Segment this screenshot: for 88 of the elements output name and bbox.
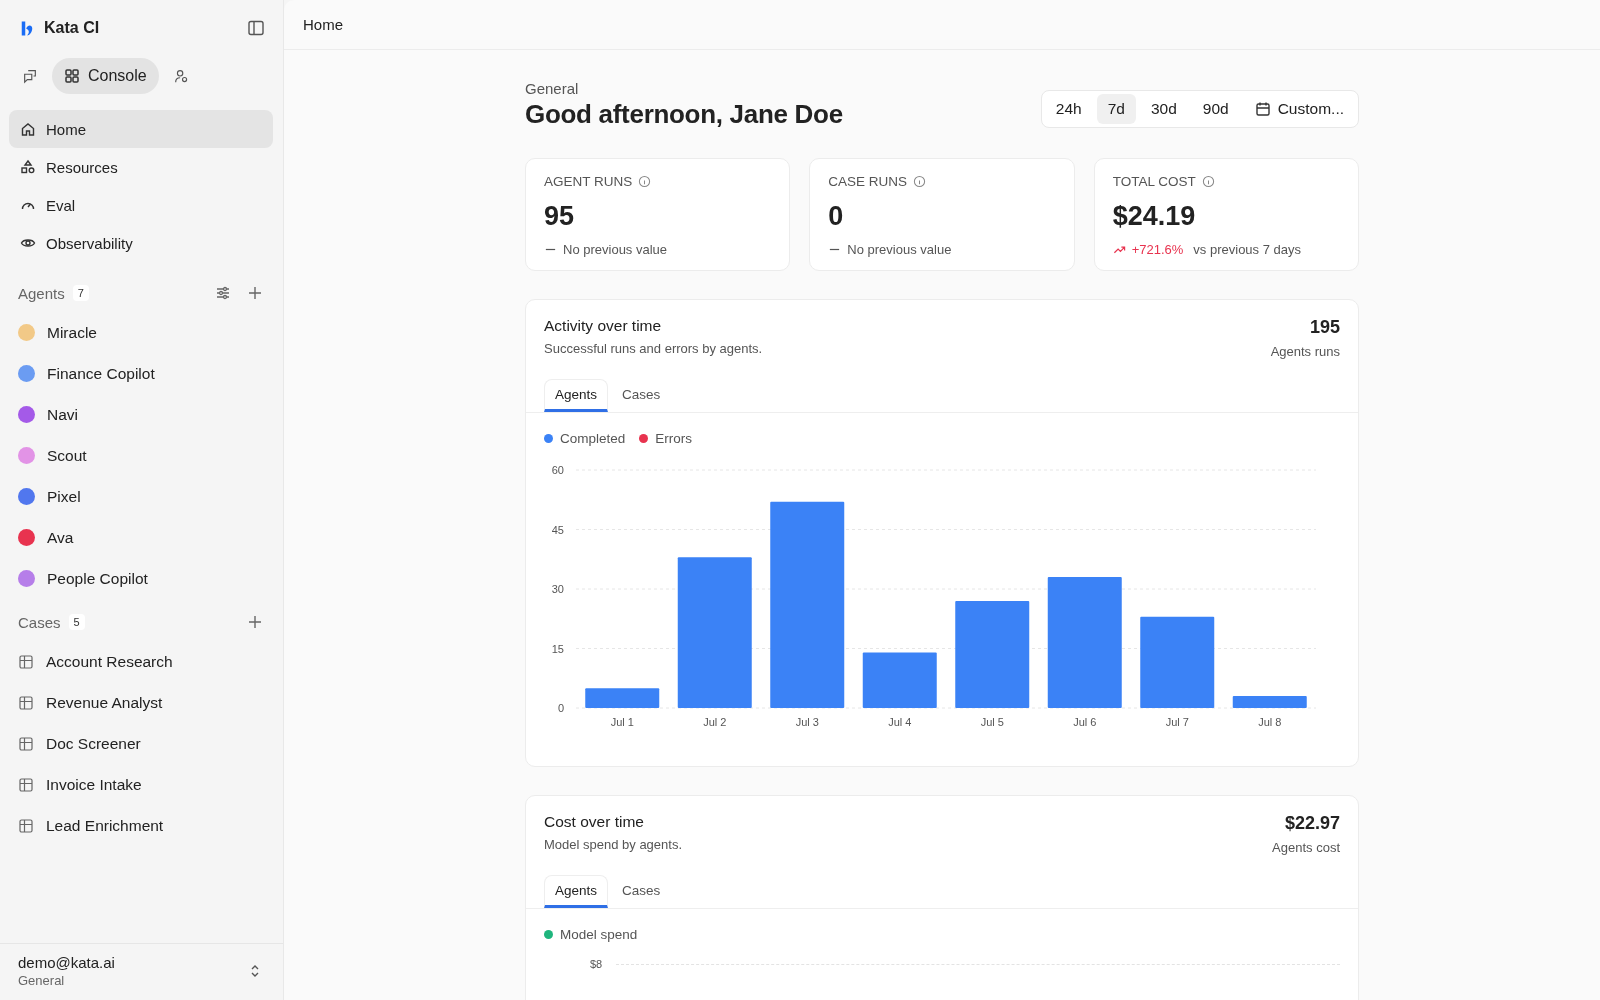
grid-icon <box>64 68 80 84</box>
range-option[interactable]: 7d <box>1096 94 1136 124</box>
page-title: Home <box>303 16 343 33</box>
table-icon <box>18 776 34 793</box>
x-tick: Jul 8 <box>1258 716 1282 728</box>
metric-label: TOTAL COST <box>1112 174 1196 189</box>
x-tick: Jul 1 <box>610 716 634 728</box>
total-value: $22.97 <box>1284 813 1340 834</box>
legend-item: Model spend <box>544 927 638 942</box>
nav-item[interactable]: Resources <box>9 148 273 186</box>
total-label: Agents cost <box>1272 840 1340 855</box>
workspace-name: General <box>18 973 66 988</box>
eyebrow-label: General <box>525 80 580 97</box>
shapes-icon <box>20 159 36 175</box>
agent-item[interactable]: Ava <box>18 517 283 558</box>
agent-item[interactable]: People Copilot <box>18 558 283 599</box>
case-item[interactable]: Revenue Analyst <box>18 682 283 723</box>
table-icon <box>18 817 34 834</box>
total-label: Agents runs <box>1270 344 1340 359</box>
x-tick: Jul 5 <box>980 716 1004 728</box>
metric-note: vs previous 7 days <box>1193 242 1301 257</box>
agent-item[interactable]: Scout <box>18 435 283 476</box>
metric-value: 0 <box>828 201 845 232</box>
brand-name: Kata CI <box>44 19 101 37</box>
agent-item[interactable]: Miracle <box>18 312 283 353</box>
table-icon <box>18 694 34 711</box>
agent-item[interactable]: Finance Copilot <box>18 353 283 394</box>
greeting: Good afternoon, Jane Doe <box>525 99 843 130</box>
section-title: Agents <box>18 284 65 302</box>
tab[interactable]: Cases <box>612 875 671 908</box>
tab[interactable]: Agents <box>544 379 609 412</box>
count-badge: 5 <box>68 614 85 630</box>
console-tab[interactable]: Console <box>52 58 159 94</box>
filter-icon[interactable] <box>215 285 231 301</box>
x-tick: Jul 7 <box>1165 716 1189 728</box>
add-icon[interactable] <box>247 285 263 301</box>
card-subtitle: Successful runs and errors by agents. <box>544 341 763 356</box>
account-email: demo@kata.ai <box>18 954 116 971</box>
info-icon <box>1201 175 1215 188</box>
case-item[interactable]: Lead Enrichment <box>18 805 283 846</box>
account-switcher[interactable]: demo@kata.ai General <box>0 943 283 1000</box>
home-icon <box>20 121 36 137</box>
range-option[interactable]: 24h <box>1044 94 1093 124</box>
card-subtitle: Model spend by agents. <box>544 837 683 852</box>
card-title: Cost over time <box>544 813 645 831</box>
agent-item[interactable]: Navi <box>18 394 283 435</box>
metric-value: $24.19 <box>1112 201 1197 232</box>
nav-item[interactable]: Eval <box>9 186 273 224</box>
metric-label: CASE RUNS <box>828 174 908 189</box>
metric-label: AGENT RUNS <box>544 174 633 189</box>
x-tick: Jul 6 <box>1073 716 1097 728</box>
section-title: Cases <box>18 613 61 631</box>
change-value: +721.6% <box>1131 242 1184 257</box>
metric-note: No previous value <box>563 242 668 257</box>
total-value: 195 <box>1309 317 1340 338</box>
nav-item[interactable]: Home <box>9 110 273 148</box>
case-item[interactable]: Doc Screener <box>18 723 283 764</box>
tab[interactable]: Cases <box>612 379 671 412</box>
metric-note: No previous value <box>847 242 952 257</box>
x-tick: Jul 2 <box>703 716 727 728</box>
y-tick: 30 <box>551 583 564 595</box>
agent-item[interactable]: Pixel <box>18 476 283 517</box>
x-tick: Jul 4 <box>888 716 912 728</box>
y-tick: 60 <box>551 464 564 476</box>
info-icon <box>913 175 927 188</box>
legend-item: Errors <box>639 431 693 446</box>
card-title: Activity over time <box>544 317 663 335</box>
range-option[interactable]: 30d <box>1139 94 1188 124</box>
table-icon <box>18 653 34 670</box>
x-tick: Jul 3 <box>795 716 819 728</box>
legend-item: Completed <box>544 431 626 446</box>
info-icon <box>638 175 652 188</box>
count-badge: 7 <box>72 285 89 301</box>
y-tick: 0 <box>557 702 564 714</box>
y-tick: 45 <box>551 523 564 536</box>
calendar-icon <box>1254 101 1271 117</box>
y-tick: 15 <box>551 642 564 655</box>
table-icon <box>18 735 34 752</box>
range-option[interactable]: 90d <box>1191 94 1240 124</box>
metric-value: 95 <box>544 201 576 232</box>
add-icon[interactable] <box>247 614 263 630</box>
case-item[interactable]: Account Research <box>18 641 283 682</box>
sidebar-toggle-icon[interactable] <box>247 19 265 37</box>
case-item[interactable]: Invoice Intake <box>18 764 283 805</box>
tab[interactable]: Agents <box>544 875 609 908</box>
range-option[interactable]: Custom... <box>1243 94 1355 124</box>
y-tick: $8 <box>590 958 603 970</box>
nav-item[interactable]: Observability <box>9 224 273 262</box>
